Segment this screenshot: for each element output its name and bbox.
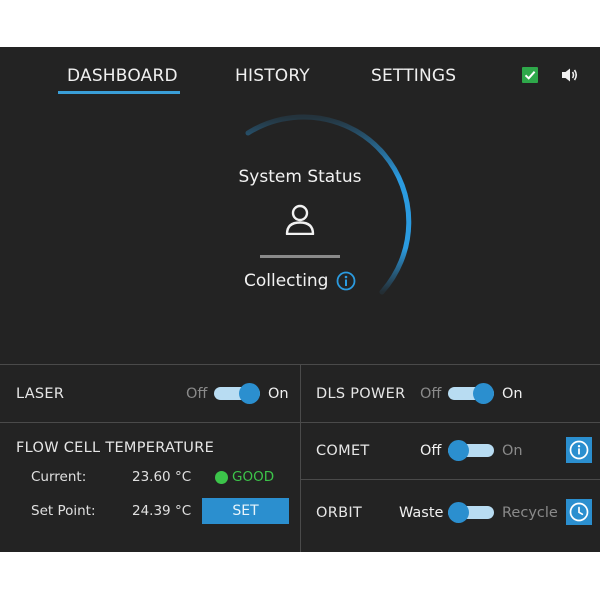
orbit-recycle-label: Recycle [502,505,558,521]
status-divider [260,255,340,258]
tab-dashboard[interactable]: DASHBOARD [67,66,178,86]
comet-toggle[interactable] [448,440,494,461]
toggle-knob [448,502,469,523]
orbit-waste-label: Waste [399,505,444,521]
dls-power-label: DLS POWER [316,386,406,402]
checkbox-checked-icon[interactable] [522,67,538,87]
status-badge: GOOD [232,469,275,485]
orbit-schedule-button[interactable] [566,499,592,525]
current-label: Current: [31,469,87,485]
setpoint-value: 24.39 °C [132,503,192,519]
toggle-knob [473,383,494,404]
toggle-knob [239,383,260,404]
set-button[interactable]: SET [202,498,289,524]
status-good-indicator [215,471,228,484]
flow-cell-title: FLOW CELL TEMPERATURE [16,440,215,456]
active-tab-indicator [58,91,180,94]
setpoint-label: Set Point: [31,503,96,519]
toggle-knob [448,440,469,461]
current-value: 23.60 °C [132,469,192,485]
comet-on-label: On [502,443,523,459]
user-icon [284,203,316,239]
laser-on-label: On [268,386,289,402]
laser-toggle[interactable] [214,383,260,404]
laser-off-label: Off [186,386,208,402]
system-status-title: System Status [238,167,362,187]
orbit-toggle[interactable] [448,502,494,523]
speaker-icon[interactable] [561,67,579,87]
dls-power-on-label: On [502,386,523,402]
clock-icon [569,502,589,522]
orbit-label: ORBIT [316,505,363,521]
dls-power-toggle[interactable] [448,383,494,404]
comet-info-button[interactable] [566,437,592,463]
info-icon [569,440,589,460]
info-icon[interactable] [336,271,356,295]
system-status-state: Collecting [244,271,329,291]
divider [300,364,301,552]
tab-settings[interactable]: SETTINGS [371,66,456,86]
dls-power-off-label: Off [420,386,442,402]
laser-label: LASER [16,386,65,402]
divider [300,479,600,480]
tab-history[interactable]: HISTORY [235,66,310,86]
comet-label: COMET [316,443,370,459]
comet-off-label: Off [420,443,442,459]
